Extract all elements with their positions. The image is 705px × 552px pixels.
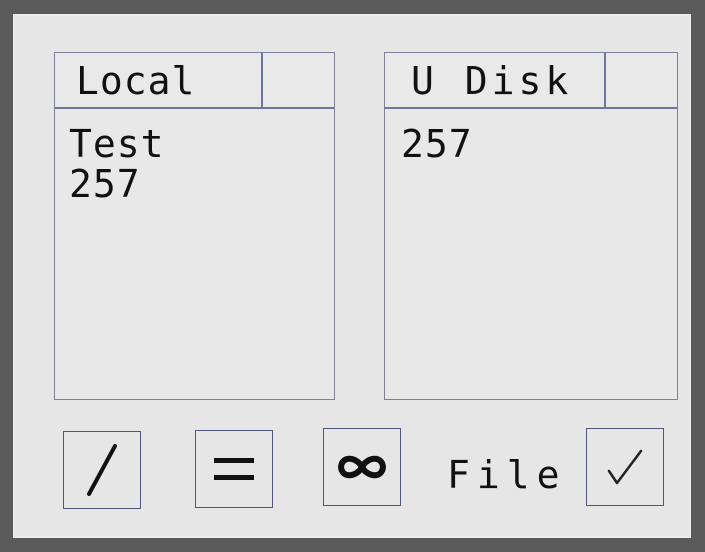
udisk-panel-title: U Disk bbox=[411, 59, 573, 103]
slash-icon bbox=[87, 444, 117, 496]
udisk-file-item[interactable]: 257 bbox=[401, 124, 473, 164]
device-screen: Local Test 257 U Disk 257 File bbox=[13, 14, 691, 538]
infinity-icon bbox=[338, 455, 386, 479]
udisk-file-list: 257 bbox=[401, 124, 473, 164]
local-file-list: Test 257 bbox=[69, 124, 165, 204]
equal-button[interactable] bbox=[195, 430, 273, 508]
udisk-panel: U Disk 257 bbox=[384, 52, 678, 400]
local-panel-header: Local bbox=[55, 53, 334, 109]
confirm-button[interactable] bbox=[586, 428, 664, 506]
local-header-cell bbox=[261, 53, 334, 107]
infinity-button[interactable] bbox=[323, 428, 401, 506]
local-panel: Local Test 257 bbox=[54, 52, 335, 400]
local-panel-title: Local bbox=[76, 59, 196, 103]
file-label: File bbox=[447, 453, 567, 497]
local-file-item[interactable]: Test bbox=[69, 124, 165, 164]
slash-button[interactable] bbox=[63, 431, 141, 509]
check-icon bbox=[607, 449, 643, 485]
udisk-header-cell bbox=[604, 53, 677, 107]
local-file-item[interactable]: 257 bbox=[69, 164, 165, 204]
equal-icon bbox=[214, 458, 254, 480]
udisk-panel-header: U Disk bbox=[385, 53, 677, 109]
